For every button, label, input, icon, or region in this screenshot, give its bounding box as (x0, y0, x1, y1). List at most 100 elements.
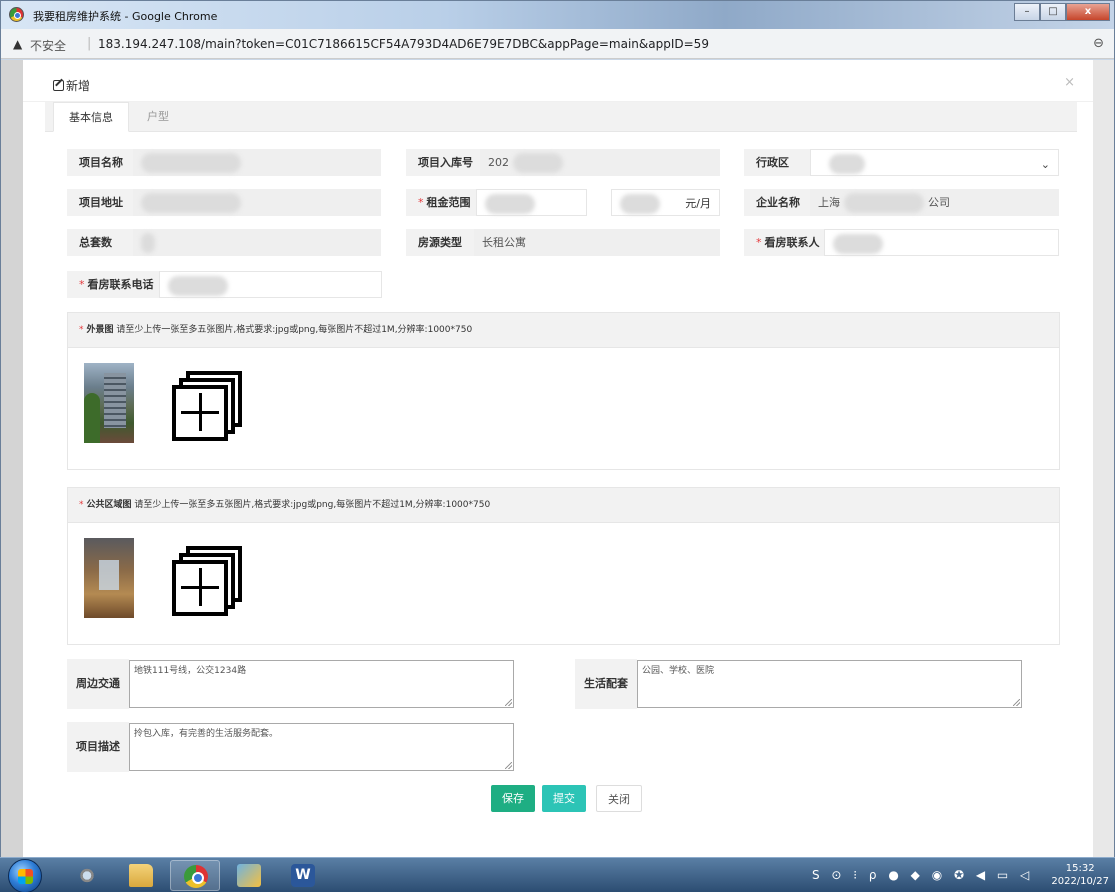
start-button[interactable] (8, 859, 42, 892)
minimize-button[interactable]: – (1014, 3, 1040, 21)
transport-textarea[interactable]: 地铁111号线，公交1234路 (129, 660, 514, 708)
plus-icon (199, 393, 202, 431)
modal-close-icon[interactable]: × (1064, 75, 1075, 90)
page-scrollbar[interactable] (1093, 60, 1114, 858)
submit-button[interactable]: 提交 (542, 785, 586, 812)
rent-range-label-text: 租金范围 (426, 196, 471, 209)
total-units-label: 总套数 (67, 229, 133, 256)
project-code-label: 项目入库号 (406, 149, 480, 176)
window-title: 我要租房维护系统 - Google Chrome (33, 10, 218, 23)
chevron-down-icon: ⌄ (1040, 158, 1050, 171)
required-mark: * (79, 500, 84, 510)
system-tray[interactable]: S ⊙ ⁝ ρ ● ◆ ◉ ✪ ◀ ▭ ◁ (812, 868, 1033, 882)
total-units-field[interactable] (133, 229, 381, 256)
exterior-image-thumbnail[interactable] (84, 363, 134, 443)
project-name-label: 项目名称 (67, 149, 133, 176)
required-mark: * (79, 325, 84, 335)
viewing-phone-input[interactable] (159, 271, 382, 298)
viewing-contact-label-text: 看房联系人 (764, 236, 820, 249)
windows-taskbar: W S ⊙ ⁝ ρ ● ◆ ◉ ✪ ◀ ▭ ◁ 15:32 2022/10/27 (0, 857, 1115, 892)
tab-bar: 基本信息 户型 (45, 102, 1077, 132)
warning-icon[interactable]: ▲ (13, 37, 22, 51)
public-area-add-image-button[interactable] (172, 546, 242, 616)
description-label: 项目描述 (67, 722, 129, 772)
taskbar-word[interactable]: W (278, 860, 328, 891)
tab-basic-info[interactable]: 基本信息 (53, 102, 129, 132)
exterior-add-image-button[interactable] (172, 371, 242, 441)
public-area-image-thumbnail[interactable] (84, 538, 134, 618)
modal-title-text: 新增 (66, 79, 91, 93)
amenities-textarea[interactable]: 公园、学校、医院 (637, 660, 1022, 708)
redacted-value (141, 153, 241, 173)
company-name-suffix: 公司 (928, 196, 950, 209)
viewing-contact-input[interactable] (824, 229, 1059, 256)
redacted-value (833, 234, 883, 254)
address-separator: | (87, 36, 92, 51)
viewing-contact-label: * 看房联系人 (744, 229, 824, 256)
project-code-value: 202 (488, 156, 509, 169)
new-item-modal: 新增 × 基本信息 户型 项目名称 项目入库号 202 行政区 ⌄ 项目地址 *… (23, 60, 1093, 858)
rent-range-label: * 租金范围 (406, 189, 476, 216)
project-name-field[interactable] (133, 149, 381, 176)
rent-min-input[interactable] (476, 189, 587, 216)
edit-icon (53, 80, 64, 91)
folder-icon (129, 864, 153, 887)
browser-window: 我要租房维护系统 - Google Chrome – □ x ▲ 不安全 | 1… (0, 0, 1115, 858)
exterior-upload-panel: * 外景图 请至少上传一张至多五张图片,格式要求:jpg或png,每张图片不超过1… (67, 312, 1060, 470)
project-code-field[interactable]: 202 (480, 149, 720, 176)
required-mark: * (756, 236, 762, 249)
public-area-upload-header: * 公共区域图 请至少上传一张至多五张图片,格式要求:jpg或png,每张图片不超… (68, 488, 1059, 523)
redacted-value (141, 193, 241, 213)
viewing-phone-label-text: 看房联系电话 (87, 278, 154, 291)
description-textarea[interactable]: 拎包入库，有完善的生活服务配套。 (129, 723, 514, 771)
redacted-value (513, 153, 563, 173)
company-name-field[interactable]: 上海 公司 (810, 189, 1059, 216)
clock-time: 15:32 (1065, 863, 1095, 874)
taskbar-explorer[interactable] (116, 860, 166, 891)
taskbar-folder-app[interactable] (224, 860, 274, 891)
chrome-icon (9, 7, 24, 22)
maximize-button[interactable]: □ (1040, 3, 1066, 21)
project-address-label: 项目地址 (67, 189, 133, 216)
public-area-upload-title: 公共区域图 (86, 500, 132, 510)
viewing-phone-label: * 看房联系电话 (67, 271, 159, 298)
housing-type-field[interactable]: 长租公寓 (474, 229, 720, 256)
url-text[interactable]: 183.194.247.108/main?token=C01C7186615CF… (98, 37, 709, 51)
word-icon: W (291, 864, 315, 887)
company-name-label: 企业名称 (744, 189, 810, 216)
redacted-value (620, 194, 660, 214)
required-mark: * (79, 278, 85, 291)
zoom-icon[interactable]: ⊖ (1093, 36, 1104, 51)
modal-title: 新增 (53, 77, 90, 94)
public-area-upload-panel: * 公共区域图 请至少上传一张至多五张图片,格式要求:jpg或png,每张图片不超… (67, 487, 1060, 645)
redacted-value (141, 233, 155, 253)
close-button[interactable]: 关闭 (596, 785, 642, 812)
exterior-upload-hint: 请至少上传一张至多五张图片,格式要求:jpg或png,每张图片不超过1M,分辨率… (116, 325, 473, 335)
chrome-icon (184, 865, 208, 888)
app-icon (237, 864, 261, 887)
save-button[interactable]: 保存 (491, 785, 535, 812)
amenities-label: 生活配套 (575, 659, 637, 709)
redacted-value (168, 276, 228, 296)
taskbar-chrome[interactable] (170, 860, 220, 891)
taskbar-network-app[interactable] (62, 860, 112, 891)
page-content: 新增 × 基本信息 户型 项目名称 项目入库号 202 行政区 ⌄ 项目地址 *… (1, 60, 1114, 858)
window-controls: – □ x (1014, 3, 1110, 21)
redacted-value (844, 193, 924, 213)
insecure-label[interactable]: 不安全 (30, 37, 66, 54)
taskbar-clock[interactable]: 15:32 2022/10/27 (1051, 862, 1109, 888)
title-bar: 我要租房维护系统 - Google Chrome – □ x (1, 1, 1114, 29)
company-name-prefix: 上海 (818, 196, 840, 209)
project-address-field[interactable] (133, 189, 381, 216)
clock-date: 2022/10/27 (1051, 876, 1109, 887)
close-window-button[interactable]: x (1066, 3, 1110, 21)
rent-max-input[interactable]: 元/月 (611, 189, 720, 216)
address-bar[interactable]: ▲ 不安全 | 183.194.247.108/main?token=C01C7… (1, 29, 1114, 59)
network-icon (75, 864, 99, 887)
district-select[interactable]: ⌄ (810, 149, 1059, 176)
plus-icon (199, 568, 202, 606)
exterior-upload-title: 外景图 (86, 325, 114, 335)
required-mark: * (418, 196, 424, 209)
tab-unit-type[interactable]: 户型 (132, 102, 184, 132)
redacted-value (829, 154, 865, 174)
